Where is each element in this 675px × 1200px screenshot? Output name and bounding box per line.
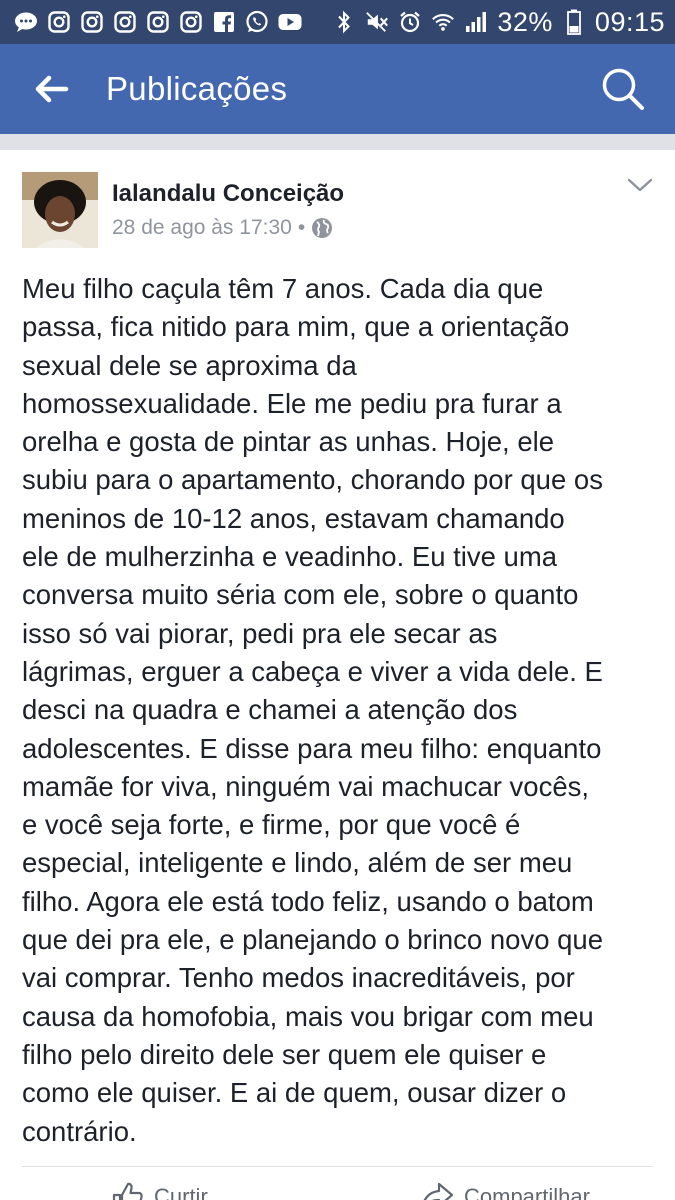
post-body-text: Meu filho caçula têm 7 anos. Cada dia qu… xyxy=(22,273,604,1147)
public-globe-icon xyxy=(312,218,333,238)
post-options-button[interactable] xyxy=(624,174,656,198)
battery-percent: 32% xyxy=(497,6,553,37)
app-bar: Publicações xyxy=(0,44,675,134)
system-status: 32% 09:15 xyxy=(332,7,665,38)
post-meta: 28 de ago às 17:30 • xyxy=(112,216,333,240)
facebook-icon xyxy=(212,10,236,34)
search-button[interactable] xyxy=(595,61,651,117)
like-button[interactable]: Curtir xyxy=(110,1180,208,1200)
share-label: Compartilhar xyxy=(464,1184,590,1200)
thumbs-up-icon xyxy=(112,1182,143,1200)
share-button[interactable]: Compartilhar xyxy=(420,1180,590,1200)
notification-icons xyxy=(14,10,302,34)
alarm-icon xyxy=(398,10,422,34)
post-header: Ialandalu Conceição 28 de ago às 17:30 • xyxy=(22,172,662,252)
status-bar: 32% 09:15 xyxy=(0,0,675,44)
post-timestamp[interactable]: 28 de ago às 17:30 xyxy=(112,216,292,240)
back-button[interactable] xyxy=(22,59,82,119)
meta-separator: • xyxy=(297,216,306,239)
actions-divider xyxy=(22,1166,653,1167)
like-label: Curtir xyxy=(154,1184,208,1200)
post-author[interactable]: Ialandalu Conceição xyxy=(112,180,344,208)
search-icon xyxy=(602,68,644,110)
avatar[interactable] xyxy=(22,172,98,248)
share-arrow-icon xyxy=(423,1182,454,1200)
clock: 09:15 xyxy=(594,6,665,37)
instagram-icon xyxy=(146,10,170,34)
instagram-icon xyxy=(80,10,104,34)
chevron-down-icon xyxy=(627,178,653,192)
instagram-icon xyxy=(47,10,71,34)
wifi-icon xyxy=(431,10,455,34)
instagram-icon xyxy=(113,10,137,34)
arrow-left-icon xyxy=(35,75,69,103)
instagram-icon xyxy=(179,10,203,34)
post-card: Ialandalu Conceição 28 de ago às 17:30 •… xyxy=(0,150,675,1200)
bluetooth-icon xyxy=(332,10,356,34)
mute-icon xyxy=(365,10,389,34)
battery-icon xyxy=(562,9,586,35)
feed-separator xyxy=(0,134,675,150)
whatsapp-icon xyxy=(245,10,269,34)
chat-icon xyxy=(14,10,38,34)
youtube-icon xyxy=(278,10,302,34)
page-title: Publicações xyxy=(106,70,288,107)
signal-icon xyxy=(464,10,488,34)
